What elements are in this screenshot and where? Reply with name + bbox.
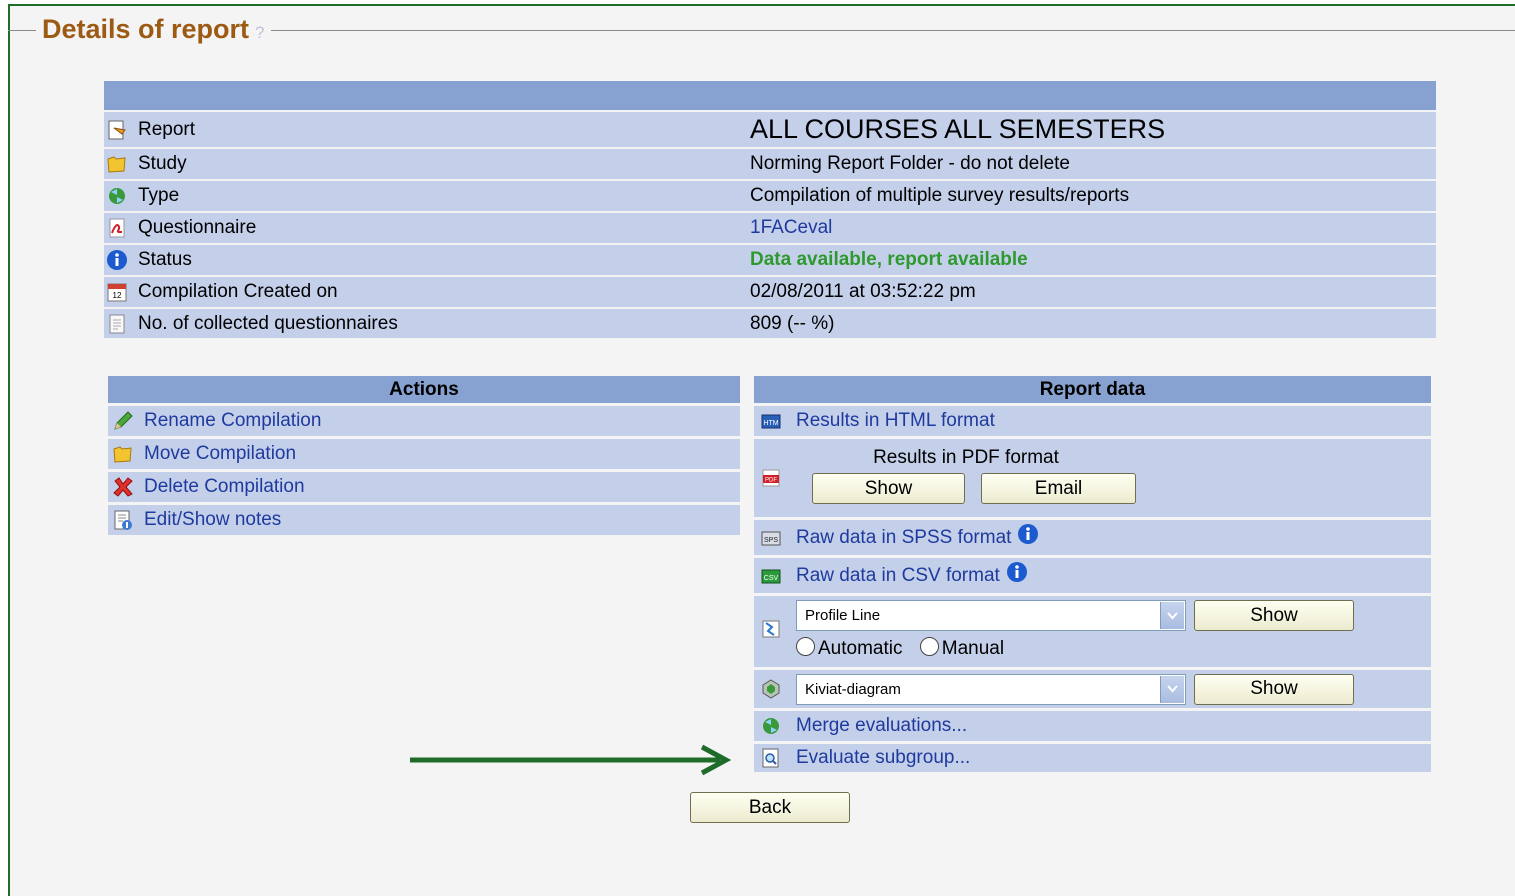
status-value: Data available, report available — [750, 249, 1028, 270]
details-table: Report ALL COURSES ALL SEMESTERS Study N… — [104, 81, 1436, 338]
document-icon — [109, 314, 125, 333]
action-notes[interactable]: Edit/Show notes — [108, 505, 740, 535]
page-title-text: Details of report — [42, 14, 250, 44]
action-move[interactable]: Move Compilation — [108, 439, 740, 469]
delete-x-icon — [113, 477, 133, 497]
automatic-radio[interactable] — [796, 637, 815, 656]
actions-header: Actions — [108, 376, 740, 403]
details-row-status: Status Data available, report available — [104, 245, 1436, 275]
pdf-show-button[interactable]: Show — [812, 473, 966, 504]
html-results-row[interactable]: HTM Results in HTML format — [754, 406, 1431, 436]
magnifier-document-icon — [762, 748, 779, 768]
compilation-icon — [109, 188, 125, 204]
details-label: Report — [138, 118, 196, 140]
results-html-link[interactable]: Results in HTML format — [796, 410, 995, 432]
profile-type-select[interactable]: Profile Line — [796, 600, 1186, 631]
chevron-down-icon[interactable] — [1160, 675, 1184, 703]
manual-label: Manual — [941, 638, 1005, 659]
actions-panel: Actions Rename Compilation Move Compilat… — [108, 376, 740, 535]
notes-icon — [114, 510, 132, 530]
details-row-created: 12 Compilation Created on 02/08/2011 at … — [104, 277, 1436, 307]
profile-line-icon — [762, 620, 780, 638]
profile-show-button[interactable]: Show — [1194, 600, 1354, 631]
action-rename[interactable]: Rename Compilation — [108, 406, 740, 436]
folder-icon — [107, 156, 126, 173]
rename-compilation-link[interactable]: Rename Compilation — [144, 410, 321, 432]
kiviat-select[interactable]: Kiviat-diagram — [796, 673, 1186, 705]
merge-row[interactable]: Merge evaluations... — [754, 711, 1431, 741]
collected-value: 809 (-- %) — [750, 312, 835, 334]
svg-text:PDF: PDF — [765, 478, 777, 484]
kiviat-value: Kiviat-diagram — [805, 680, 901, 698]
details-header — [104, 81, 1436, 110]
merge-evaluations-link[interactable]: Merge evaluations... — [796, 715, 967, 737]
report-name: ALL COURSES ALL SEMESTERS — [750, 114, 1166, 144]
report-data-panel: Report data HTM Results in HTML format P… — [754, 376, 1431, 772]
chevron-down-icon[interactable] — [1160, 602, 1184, 629]
details-label: Compilation Created on — [138, 281, 338, 302]
folder-icon — [113, 446, 132, 463]
details-label: Questionnaire — [138, 217, 257, 238]
help-icon[interactable]: ? — [255, 23, 264, 42]
move-compilation-link[interactable]: Move Compilation — [144, 443, 296, 465]
pdf-email-button[interactable]: Email — [981, 473, 1136, 504]
kiviat-icon — [762, 679, 780, 699]
calendar-icon: 12 — [107, 283, 127, 302]
evaluate-subgroup-link[interactable]: Evaluate subgroup... — [796, 747, 970, 769]
report-data-header: Report data — [754, 376, 1431, 403]
csv-row[interactable]: CSV Raw data in CSV format — [754, 558, 1431, 593]
profile-type-value: Profile Line — [805, 607, 881, 624]
page-title: Details of report? — [36, 14, 271, 45]
details-label: Type — [138, 185, 180, 206]
raw-csv-link[interactable]: Raw data in CSV format — [796, 565, 1000, 587]
pdf-results-label: Results in PDF format — [873, 447, 1059, 468]
type-value: Compilation of multiple survey results/r… — [750, 185, 1130, 206]
details-row-study: Study Norming Report Folder - do not del… — [104, 149, 1436, 179]
spss-row[interactable]: SPS Raw data in SPSS format — [754, 520, 1431, 555]
edit-show-notes-link[interactable]: Edit/Show notes — [144, 509, 281, 531]
svg-text:CSV: CSV — [764, 575, 779, 582]
details-row-type: Type Compilation of multiple survey resu… — [104, 181, 1436, 211]
info-icon — [107, 250, 127, 270]
info-icon[interactable] — [1006, 561, 1028, 583]
csv-icon: CSV — [761, 569, 781, 583]
kiviat-row: Kiviat-diagram Show — [754, 670, 1431, 708]
automatic-label: Automatic — [818, 638, 903, 659]
details-row-questionnaire: Questionnaire 1FACeval — [104, 213, 1436, 243]
annotation-arrow-icon — [410, 744, 732, 776]
study-value: Norming Report Folder - do not delete — [750, 153, 1070, 174]
details-label: Study — [138, 153, 187, 174]
html-icon: HTM — [761, 414, 781, 429]
profile-line-row: Profile Line Show Automatic Manual — [754, 596, 1431, 667]
info-icon[interactable] — [1017, 523, 1039, 545]
kiviat-show-button[interactable]: Show — [1194, 673, 1354, 705]
details-label: No. of collected questionnaires — [138, 312, 398, 334]
pdf-icon — [109, 218, 125, 238]
created-value: 02/08/2011 at 03:52:22 pm — [750, 281, 976, 302]
pdf-icon: PDF — [762, 469, 780, 487]
pdf-results-row: PDF Results in PDF format Show Email — [754, 439, 1431, 517]
spss-icon: SPS — [761, 531, 781, 545]
questionnaire-link[interactable]: 1FACeval — [750, 217, 832, 238]
raw-spss-link[interactable]: Raw data in SPSS format — [796, 527, 1011, 549]
delete-compilation-link[interactable]: Delete Compilation — [144, 476, 305, 498]
subgroup-row[interactable]: Evaluate subgroup... — [754, 744, 1431, 772]
back-button[interactable]: Back — [690, 792, 850, 823]
details-label: Status — [138, 249, 192, 270]
merge-icon — [763, 718, 779, 734]
report-icon — [108, 120, 126, 139]
details-row-report: Report ALL COURSES ALL SEMESTERS — [104, 112, 1436, 147]
svg-text:12: 12 — [113, 291, 122, 300]
pencil-icon — [114, 411, 133, 430]
manual-radio[interactable] — [919, 637, 939, 656]
profile-mode-radios: Automatic Manual — [796, 637, 1356, 660]
action-delete[interactable]: Delete Compilation — [108, 472, 740, 502]
svg-text:SPS: SPS — [764, 537, 778, 544]
svg-text:HTM: HTM — [763, 420, 778, 427]
details-row-collected: No. of collected questionnaires 809 (-- … — [104, 309, 1436, 338]
